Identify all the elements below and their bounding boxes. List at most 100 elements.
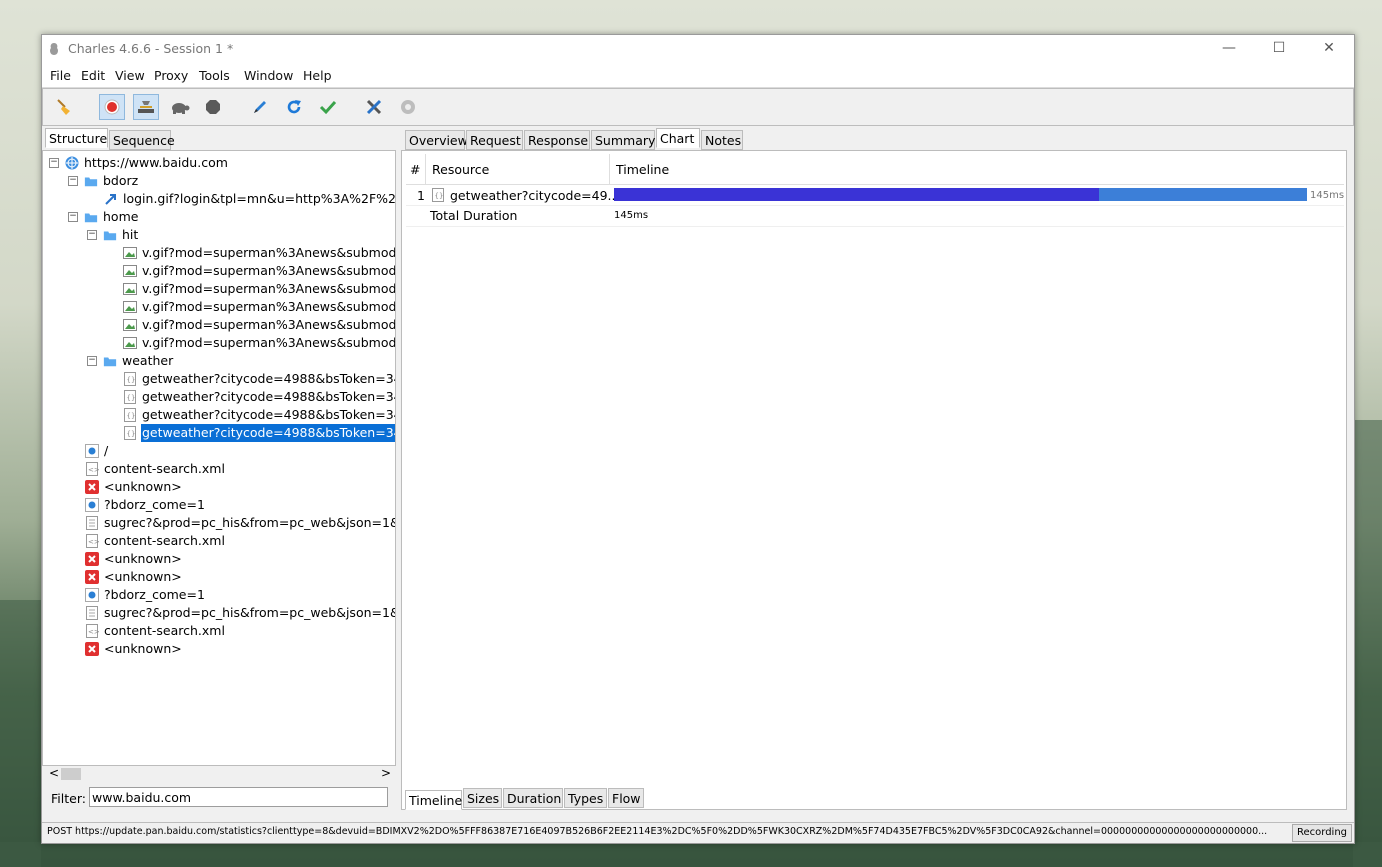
- title-bar[interactable]: Charles 4.6.6 - Session 1 * — ☐ ✕: [42, 35, 1354, 63]
- tree-item[interactable]: − https://www.baidu.com: [43, 154, 395, 172]
- tab-timeline[interactable]: Timeline: [405, 790, 462, 810]
- tree-item-label: ?bdorz_come=1: [104, 497, 205, 512]
- tree-item[interactable]: v.gif?mod=superman%3Anews&submod=ir: [43, 334, 395, 352]
- table-row[interactable]: 1 {} getweather?citycode=49... 145ms: [406, 185, 1344, 206]
- tab-notes[interactable]: Notes: [701, 130, 743, 150]
- svg-text:<>: <>: [88, 628, 99, 636]
- tree-item-label: hit: [122, 227, 139, 242]
- error-icon: [85, 552, 99, 566]
- tree-item[interactable]: {} getweather?citycode=4988&bsToken=34c7: [43, 388, 396, 406]
- repeat-button[interactable]: [281, 94, 307, 120]
- tree-item[interactable]: sugrec?&prod=pc_his&from=pc_web&json=1&s…: [43, 604, 395, 622]
- tools-button[interactable]: [361, 94, 387, 120]
- tree-item[interactable]: <unknown>: [43, 478, 395, 496]
- tree-folder[interactable]: − weather: [43, 352, 395, 370]
- minimize-button[interactable]: —: [1206, 35, 1252, 63]
- tree-item[interactable]: login.gif?login&tpl=mn&u=http%3A%2F%2Fww: [43, 190, 395, 208]
- tree-item[interactable]: v.gif?mod=superman%3Anews&submod=ir: [43, 244, 395, 262]
- col-header-resource[interactable]: Resource: [432, 162, 489, 177]
- throttle-button[interactable]: [133, 94, 159, 120]
- tab-request[interactable]: Request: [466, 130, 523, 150]
- tree-item[interactable]: v.gif?mod=superman%3Anews&submod=ir: [43, 262, 396, 280]
- throttle-icon: [138, 101, 154, 113]
- tab-duration[interactable]: Duration: [503, 788, 563, 808]
- horizontal-scrollbar[interactable]: < >: [42, 766, 396, 782]
- tree-item[interactable]: v.gif?mod=superman%3Anews&submod=ir: [43, 280, 395, 298]
- tab-types[interactable]: Types: [564, 788, 607, 808]
- col-header-timeline[interactable]: Timeline: [616, 162, 669, 177]
- tree-item-label: /: [104, 443, 109, 458]
- tree-item[interactable]: ?bdorz_come=1: [43, 586, 395, 604]
- tree-item-label: ?bdorz_come=1: [104, 587, 205, 602]
- validate-button[interactable]: [315, 94, 341, 120]
- tree-folder[interactable]: − bdorz: [43, 172, 395, 190]
- tree-item[interactable]: <> content-search.xml: [43, 460, 395, 478]
- tree-item-label: getweather?citycode=4988&bsToken=34c7: [141, 424, 395, 442]
- total-duration-value: 145ms: [614, 210, 649, 221]
- tree-item-label: <unknown>: [104, 551, 182, 566]
- tree-item[interactable]: {} getweather?citycode=4988&bsToken=34c7: [43, 370, 396, 388]
- globe-icon: [65, 156, 79, 170]
- tree-item[interactable]: v.gif?mod=superman%3Anews&submod=ir: [43, 316, 395, 334]
- col-header-number[interactable]: #: [410, 162, 420, 177]
- menu-help[interactable]: Help: [303, 68, 332, 83]
- collapse-toggle-icon[interactable]: −: [87, 230, 97, 240]
- record-button[interactable]: [99, 94, 125, 120]
- stop-button[interactable]: [200, 94, 226, 120]
- settings-button[interactable]: [395, 94, 421, 120]
- tree-item[interactable]: {} getweather?citycode=4988&bsToken=34c7: [43, 406, 395, 424]
- error-icon: [85, 570, 99, 584]
- tree-item[interactable]: <unknown>: [43, 640, 395, 658]
- collapse-toggle-icon[interactable]: −: [68, 176, 78, 186]
- tree-item[interactable]: ?bdorz_come=1: [43, 496, 395, 514]
- tab-summary[interactable]: Summary: [591, 130, 655, 150]
- filter-bar: Filter:: [42, 784, 396, 814]
- tree-folder[interactable]: − home: [43, 208, 395, 226]
- menu-window[interactable]: Window: [244, 68, 293, 83]
- tab-overview[interactable]: Overview: [405, 130, 468, 150]
- collapse-toggle-icon[interactable]: −: [49, 158, 59, 168]
- maximize-button[interactable]: ☐: [1256, 35, 1302, 63]
- tree-item[interactable]: sugrec?&prod=pc_his&from=pc_web&json=1&s…: [43, 514, 395, 532]
- scroll-right-arrow[interactable]: >: [381, 766, 391, 780]
- charles-app-icon: [50, 43, 58, 55]
- tree-item-label: content-search.xml: [104, 533, 225, 548]
- tree-item[interactable]: /: [43, 442, 395, 460]
- redirect-arrow-icon: [104, 192, 118, 206]
- tab-sizes[interactable]: Sizes: [463, 788, 502, 808]
- close-button[interactable]: ✕: [1306, 35, 1352, 63]
- tab-sequence[interactable]: Sequence: [109, 130, 175, 150]
- tree-item-label: getweather?citycode=4988&bsToken=34c7: [142, 389, 396, 404]
- scroll-left-arrow[interactable]: <: [49, 766, 59, 780]
- clear-session-button[interactable]: [51, 94, 77, 120]
- scroll-thumb[interactable]: [61, 768, 81, 780]
- tab-flow[interactable]: Flow: [608, 788, 644, 808]
- collapse-toggle-icon[interactable]: −: [68, 212, 78, 222]
- window-title: Charles 4.6.6 - Session 1 *: [68, 41, 234, 56]
- breakpoints-button[interactable]: [167, 94, 193, 120]
- collapse-toggle-icon[interactable]: −: [87, 356, 97, 366]
- tree-item[interactable]: <> content-search.xml: [43, 532, 395, 550]
- menu-file[interactable]: File: [50, 68, 71, 83]
- menu-proxy[interactable]: Proxy: [154, 68, 188, 83]
- menu-tools[interactable]: Tools: [199, 68, 230, 83]
- json-file-icon: {}: [123, 390, 137, 404]
- tree-item[interactable]: {} getweather?citycode=4988&bsToken=34c7: [43, 424, 395, 442]
- tree-item[interactable]: <> content-search.xml: [43, 622, 395, 640]
- tools-icon: [366, 99, 382, 115]
- tree-item-label: getweather?citycode=4988&bsToken=34c7: [142, 371, 396, 386]
- tree-item[interactable]: <unknown>: [43, 550, 395, 568]
- tree-item[interactable]: v.gif?mod=superman%3Anews&submod=ir: [43, 298, 395, 316]
- tree-folder[interactable]: − hit: [43, 226, 395, 244]
- tab-chart[interactable]: Chart: [656, 128, 700, 148]
- tab-structure[interactable]: Structure: [45, 128, 108, 148]
- menu-edit[interactable]: Edit: [81, 68, 105, 83]
- compose-button[interactable]: [247, 94, 273, 120]
- menu-view[interactable]: View: [115, 68, 145, 83]
- error-icon: [85, 642, 99, 656]
- filter-input[interactable]: [89, 787, 388, 807]
- tab-response[interactable]: Response: [524, 130, 590, 150]
- tree-item-label: v.gif?mod=superman%3Anews&submod=ir: [142, 263, 396, 278]
- tree-item[interactable]: <unknown>: [43, 568, 395, 586]
- recording-status-badge[interactable]: Recording: [1292, 824, 1353, 842]
